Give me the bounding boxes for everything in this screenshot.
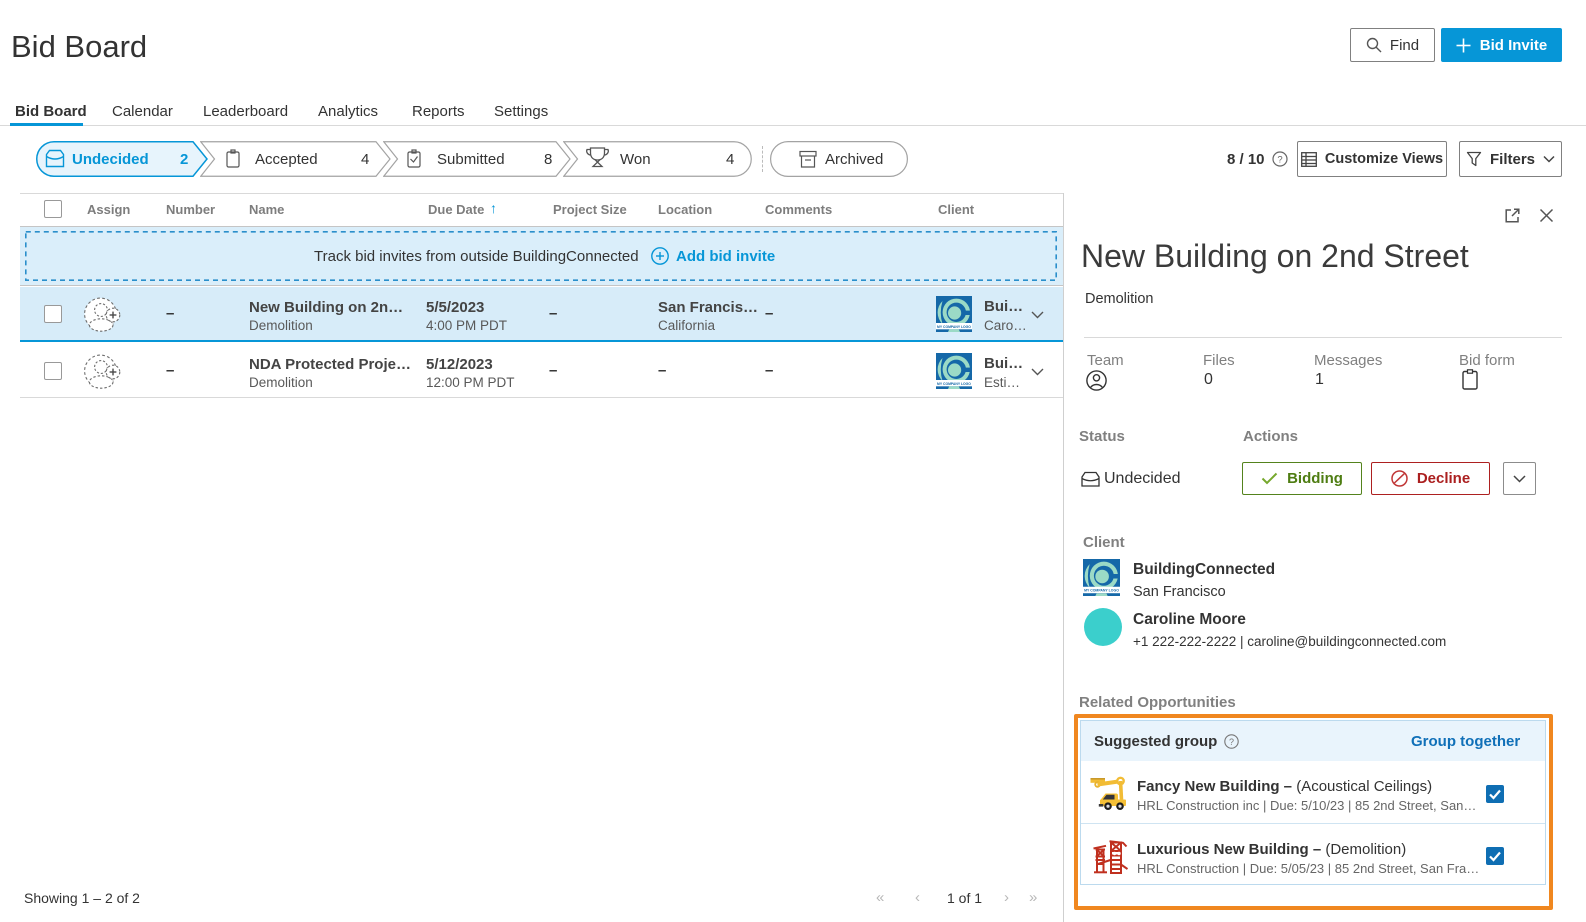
svg-text:?: ? xyxy=(1229,737,1234,747)
svg-text:?: ? xyxy=(1277,154,1282,165)
